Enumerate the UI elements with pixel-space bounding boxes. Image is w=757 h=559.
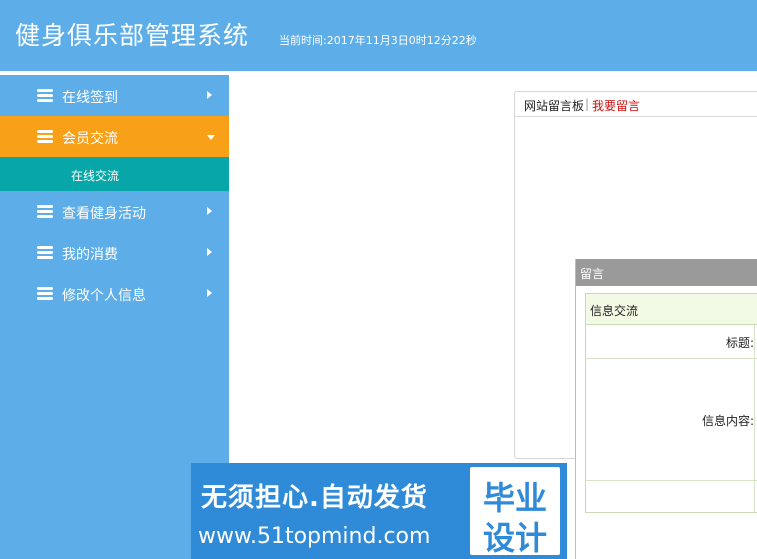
cell-divider <box>754 359 755 480</box>
post-message-link[interactable]: 我要留言 <box>592 97 640 114</box>
content-label: 信息内容: <box>701 414 754 428</box>
content-row: 信息内容: <box>586 359 757 481</box>
sidebar-item-label: 修改个人信息 <box>62 288 146 304</box>
form-header: 信息交流 <box>586 294 757 325</box>
form-title: 信息交流 <box>590 304 639 318</box>
chevron-right-icon <box>207 289 212 297</box>
sidebar-item-label: 会员交流 <box>62 131 118 147</box>
sidebar-item-fitness-activities[interactable]: 查看健身活动 <box>0 191 229 232</box>
watermark-seal: 毕业 设计 <box>470 467 560 557</box>
stack-icon <box>37 246 53 259</box>
sidebar-item-my-consumption[interactable]: 我的消费 <box>0 232 229 273</box>
watermark-slogan: 无须担心.自动发货 <box>201 483 428 513</box>
watermark-url: www.51topmind.com <box>198 524 431 549</box>
watermark-seal-line2: 设计 <box>482 519 547 557</box>
title-row: 标题: <box>586 325 757 359</box>
sidebar-subitem-online-exchange[interactable]: 在线交流 <box>0 157 229 191</box>
message-dialog: 留言 信息交流 标题: 信息内容: <box>575 259 757 559</box>
cell-divider <box>754 325 755 358</box>
sidebar-item-member-exchange[interactable]: 会员交流 <box>0 116 229 157</box>
sidebar-item-label: 我的消费 <box>62 247 118 263</box>
dialog-title-bar[interactable]: 留言 <box>576 259 757 286</box>
cell-divider <box>754 481 755 512</box>
app-title: 健身俱乐部管理系统 <box>15 21 250 50</box>
sidebar-subitem-label: 在线交流 <box>71 169 120 183</box>
sidebar-item-label: 查看健身活动 <box>62 206 146 222</box>
watermark-text-block: 无须担心.自动发货 www.51topmind.com <box>191 463 466 559</box>
message-board-title: 网站留言板 <box>524 99 585 113</box>
header-bar: 健身俱乐部管理系统 当前时间:2017年11月3日0时12分22秒 <box>0 0 757 71</box>
stack-icon <box>37 205 53 218</box>
chevron-down-icon <box>207 135 215 140</box>
current-time: 当前时间:2017年11月3日0时12分22秒 <box>279 34 477 47</box>
chevron-right-icon <box>207 91 212 99</box>
stack-icon <box>37 130 53 143</box>
sidebar-item-checkin[interactable]: 在线签到 <box>0 75 229 116</box>
title-label: 标题: <box>725 336 754 350</box>
action-row <box>586 481 757 512</box>
stack-icon <box>37 89 53 102</box>
message-form: 信息交流 标题: 信息内容: <box>585 293 757 513</box>
chevron-right-icon <box>207 248 212 256</box>
sidebar-item-label: 在线签到 <box>62 90 118 106</box>
stack-icon <box>37 287 53 300</box>
separator: | <box>585 97 590 111</box>
watermark-banner: 无须担心.自动发货 www.51topmind.com 毕业 设计 <box>191 463 567 559</box>
message-board-header: 网站留言板 | 我要留言 <box>515 92 757 117</box>
chevron-right-icon <box>207 207 212 215</box>
dialog-title: 留言 <box>580 267 605 281</box>
sidebar-item-edit-profile[interactable]: 修改个人信息 <box>0 273 229 314</box>
